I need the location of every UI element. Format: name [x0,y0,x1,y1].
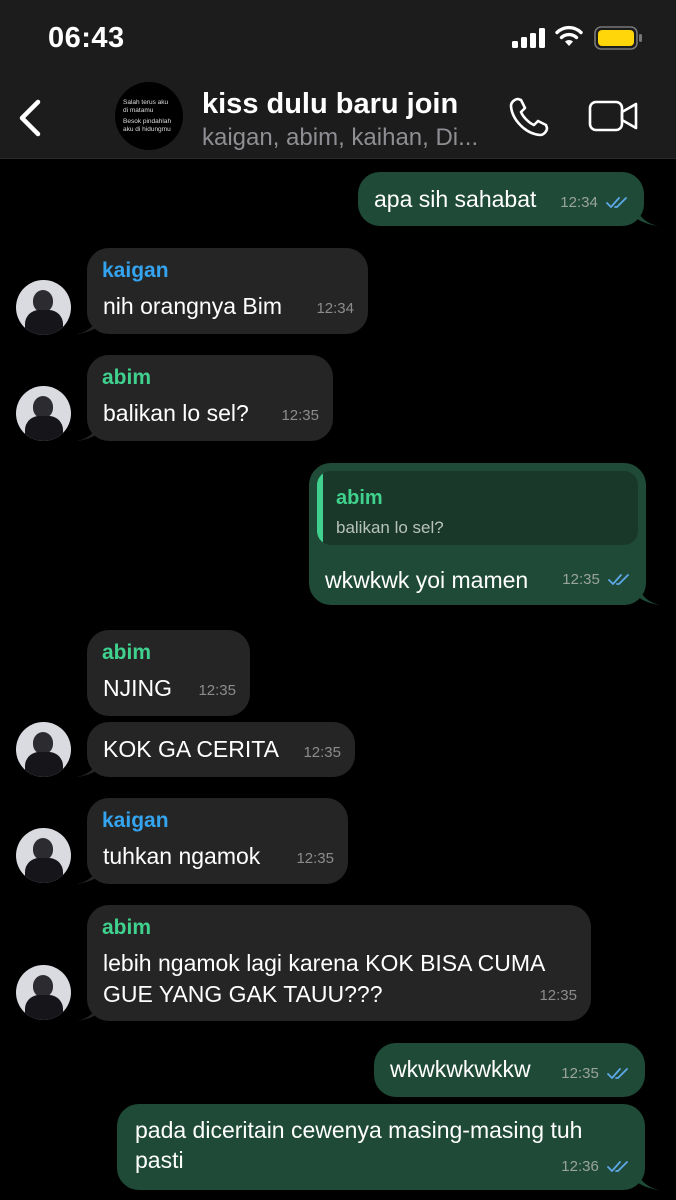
wifi-icon [555,25,583,46]
message-meta: 12:36 [561,1152,631,1182]
double-check-icon [606,197,627,208]
video-camera-icon[interactable] [588,96,640,136]
signal-icon [512,28,545,48]
bubble-tail [637,1170,659,1190]
message-time: 12:34 [560,194,598,211]
back-chevron-icon[interactable] [14,96,54,140]
avatar[interactable] [16,280,71,335]
message-bubble-incoming[interactable]: kaigan tuhkan ngamok 12:35 [87,798,348,884]
message-text: NJING [103,675,172,701]
message-text: wkwkwkwkkw [390,1056,531,1082]
double-check-icon [608,574,629,585]
message-time: 12:35 [281,407,319,424]
reply-quote-bar [317,471,323,545]
avatar-caption-1: Salah terus aku [123,99,169,106]
message-bubble-outgoing-reply[interactable]: abim balikan lo sel? wkwkwk yoi mamen 12… [309,463,646,605]
avatar[interactable] [16,965,71,1020]
bubble-tail [77,314,99,334]
avatar-caption-4: aku di hidungmu [123,126,171,133]
sender-name[interactable]: abim [102,638,151,668]
bubble-tail [77,864,99,884]
message-time: 12:35 [539,987,577,1004]
message-bubble-outgoing[interactable]: apa sih sahabat 12:34 [358,172,644,226]
message-bubble-incoming[interactable]: abim balikan lo sel? 12:35 [87,355,333,441]
avatar-caption-3: Besok pindahlah [123,118,172,125]
message-time: 12:35 [562,571,600,588]
reply-quote-text: balikan lo sel? [336,518,444,537]
message-time: 12:35 [198,682,236,699]
avatar-caption-2: di matamu [123,107,154,114]
avatar[interactable] [16,386,71,441]
group-title[interactable]: kiss dulu baru join [202,88,458,121]
status-bar: 06:43 [0,0,676,78]
sender-name[interactable]: kaigan [102,256,169,286]
message-meta: 12:35 [562,565,632,595]
double-check-icon [607,1068,628,1079]
bubble-tail [77,757,99,777]
message-text: balikan lo sel? [103,400,249,426]
avatar[interactable] [16,722,71,777]
group-members[interactable]: kaigan, abim, kaihan, Di... [202,124,478,152]
sender-name[interactable]: kaigan [102,806,169,836]
sender-name[interactable]: abim [102,363,151,393]
battery-icon [594,26,642,50]
message-meta: 12:34 [560,188,630,218]
bubble-tail [77,1001,99,1021]
message-time: 12:36 [561,1158,599,1175]
group-avatar[interactable]: Salah terus aku di matamu Besok pindahla… [115,82,183,150]
message-time: 12:35 [561,1065,599,1082]
reply-quote-sender: abim [336,487,383,509]
message-bubble-incoming[interactable]: kaigan nih orangnya Bim 12:34 [87,248,368,334]
message-time: 12:34 [316,300,354,317]
message-text-line: pasti [135,1147,184,1173]
phone-icon[interactable] [506,94,552,140]
double-check-icon [607,1161,628,1172]
message-text: wkwkwk yoi mamen [325,567,529,593]
sender-name[interactable]: abim [102,913,151,943]
message-list[interactable]: apa sih sahabat 12:34 kaigan nih orangny… [0,158,676,1200]
message-text: nih orangnya Bim [103,293,282,319]
reply-quote[interactable]: abim balikan lo sel? [317,471,638,545]
status-time: 06:43 [48,22,125,54]
message-text: apa sih sahabat [374,186,537,212]
bubble-tail [638,585,660,605]
message-meta: 12:35 [561,1059,631,1089]
message-text: KOK GA CERITA [103,736,279,762]
message-text: tuhkan ngamok [103,843,261,869]
bubble-tail [636,206,658,226]
message-bubble-incoming[interactable]: abim NJING 12:35 [87,630,250,716]
message-time: 12:35 [296,850,334,867]
message-time: 12:35 [303,744,341,761]
message-text-line: GUE YANG GAK TAUU??? [103,981,383,1007]
message-bubble-incoming[interactable]: KOK GA CERITA 12:35 [87,722,355,777]
message-text-line: pada diceritain cewenya masing-masing tu… [135,1117,583,1143]
message-bubble-outgoing[interactable]: wkwkwkwkkw 12:35 [374,1043,645,1097]
bubble-tail [77,421,99,441]
message-bubble-incoming[interactable]: abim lebih ngamok lagi karena KOK BISA C… [87,905,591,1021]
chat-header: Salah terus aku di matamu Besok pindahla… [0,78,676,159]
message-text-line: lebih ngamok lagi karena KOK BISA CUMA [103,950,546,976]
message-bubble-outgoing[interactable]: pada diceritain cewenya masing-masing tu… [117,1104,645,1190]
avatar[interactable] [16,828,71,883]
